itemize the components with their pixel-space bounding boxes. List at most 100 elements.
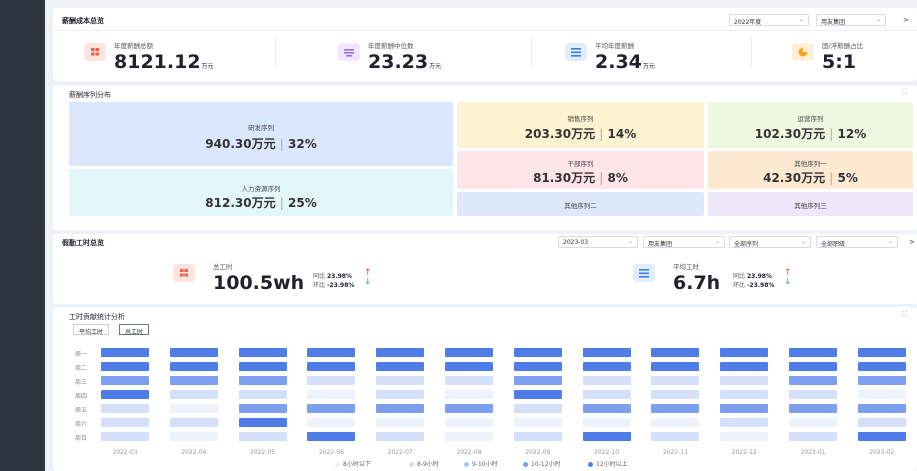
heatmap-cell[interactable] (720, 404, 769, 413)
heatmap-cell[interactable] (376, 390, 425, 399)
heatmap-cell[interactable] (720, 390, 769, 399)
heatmap-cell[interactable] (169, 348, 218, 357)
tile-other-2[interactable]: 其他序列二 (457, 192, 704, 216)
scroll-right-icon[interactable]: > (903, 16, 909, 24)
heatmap-cell[interactable] (376, 432, 425, 441)
heatmap-cell[interactable] (857, 404, 906, 413)
heatmap-cell[interactable] (169, 376, 218, 385)
heatmap-cell[interactable] (238, 390, 287, 399)
heatmap-cell[interactable] (582, 404, 631, 413)
heatmap-cell[interactable] (376, 404, 425, 413)
heatmap-cell[interactable] (513, 390, 562, 399)
tile-hr[interactable]: 人力资源序列 812.30万元 | 25% (69, 169, 453, 216)
scroll-right-icon[interactable]: > (909, 238, 915, 246)
heatmap-cell[interactable] (307, 348, 356, 357)
tile-other-1[interactable]: 其他序列一 42.30万元 | 5% (708, 151, 913, 189)
expand-icon[interactable]: ⛶ (902, 88, 907, 97)
heatmap-cell[interactable] (857, 390, 906, 399)
heatmap-cell[interactable] (445, 432, 493, 441)
heatmap-cell[interactable] (720, 348, 769, 357)
heatmap-cell[interactable] (857, 376, 906, 385)
heatmap-cell[interactable] (238, 418, 287, 427)
heatmap-cell[interactable] (307, 418, 356, 427)
tile-cadre[interactable]: 干部序列 81.30万元 | 8% (457, 151, 704, 189)
heatmap-cell[interactable] (651, 376, 700, 385)
tile-other-3[interactable]: 其他序列三 (708, 192, 913, 216)
heatmap-cell[interactable] (513, 404, 562, 413)
sequence-select[interactable]: 全部序列 ⌄ (729, 236, 811, 248)
heatmap-cell[interactable] (307, 376, 356, 385)
heatmap-cell[interactable] (789, 418, 837, 427)
heatmap-cell[interactable] (513, 376, 562, 385)
heatmap-cell[interactable] (651, 390, 700, 399)
heatmap-cell[interactable] (789, 390, 837, 399)
year-select[interactable]: 2022年度 ⌄ (729, 14, 809, 26)
heatmap-cell[interactable] (445, 418, 493, 427)
heatmap-cell[interactable] (789, 362, 837, 371)
month-select[interactable]: 2023-03 ⌄ (558, 236, 638, 248)
heatmap-cell[interactable] (513, 432, 562, 441)
legend-item[interactable]: 8-9小时 (409, 459, 439, 468)
heatmap-cell[interactable] (169, 362, 218, 371)
heatmap-cell[interactable] (376, 362, 425, 371)
heatmap-cell[interactable] (651, 432, 700, 441)
heatmap-cell[interactable] (651, 362, 700, 371)
heatmap-cell[interactable] (101, 376, 149, 385)
legend-item[interactable]: 10-12小时 (523, 459, 560, 468)
heatmap-cell[interactable] (101, 404, 149, 413)
tile-sales[interactable]: 销售序列 203.30万元 | 14% (457, 102, 704, 148)
heatmap-cell[interactable] (651, 348, 700, 357)
heatmap-cell[interactable] (857, 348, 906, 357)
heatmap-cell[interactable] (582, 348, 631, 357)
heatmap-cell[interactable] (307, 432, 356, 441)
heatmap-cell[interactable] (169, 404, 218, 413)
heatmap-cell[interactable] (445, 362, 493, 371)
heatmap-cell[interactable] (169, 418, 218, 427)
heatmap-cell[interactable] (720, 418, 769, 427)
heatmap-cell[interactable] (789, 348, 837, 357)
heatmap-cell[interactable] (582, 390, 631, 399)
heatmap-cell[interactable] (720, 376, 769, 385)
heatmap-cell[interactable] (720, 362, 769, 371)
heatmap-cell[interactable] (169, 390, 218, 399)
heatmap-cell[interactable] (651, 404, 700, 413)
heatmap-cell[interactable] (238, 376, 287, 385)
heatmap-cell[interactable] (238, 348, 287, 357)
heatmap-cell[interactable] (582, 432, 631, 441)
heatmap-cell[interactable] (445, 404, 493, 413)
heatmap-cell[interactable] (789, 432, 837, 441)
heatmap-cell[interactable] (651, 418, 700, 427)
level-select[interactable]: 全部职级 ⌄ (816, 236, 898, 248)
heatmap-cell[interactable] (857, 362, 906, 371)
heatmap-cell[interactable] (857, 418, 906, 427)
heatmap-cell[interactable] (513, 362, 562, 371)
heatmap-cell[interactable] (238, 404, 287, 413)
heatmap-cell[interactable] (101, 362, 149, 371)
group-select[interactable]: 用友集团 ⌄ (816, 14, 886, 26)
heatmap-cell[interactable] (513, 348, 562, 357)
tile-operations[interactable]: 运营序列 102.30万元 | 12% (708, 102, 913, 148)
heatmap-cell[interactable] (582, 376, 631, 385)
heatmap-cell[interactable] (445, 348, 493, 357)
heatmap-cell[interactable] (307, 362, 356, 371)
heatmap-cell[interactable] (101, 418, 149, 427)
tile-rd[interactable]: 研发序列 940.30万元 | 32% (69, 102, 453, 166)
heatmap-cell[interactable] (376, 348, 425, 357)
heatmap-cell[interactable] (101, 348, 149, 357)
heatmap-cell[interactable] (376, 418, 425, 427)
heatmap-cell[interactable] (582, 362, 631, 371)
heatmap-cell[interactable] (238, 362, 287, 371)
heatmap-cell[interactable] (445, 390, 493, 399)
heatmap-cell[interactable] (307, 404, 356, 413)
legend-item[interactable]: 12小时以上 (588, 459, 628, 468)
heatmap-cell[interactable] (513, 418, 562, 427)
heatmap-cell[interactable] (307, 390, 356, 399)
attendance-group-select[interactable]: 用友集团 ⌄ (643, 236, 725, 248)
heatmap-cell[interactable] (101, 432, 149, 441)
heatmap-cell[interactable] (445, 376, 493, 385)
legend-item[interactable]: 9-10小时 (464, 459, 498, 468)
heatmap-cell[interactable] (857, 432, 906, 441)
legend-item[interactable]: 8小时以下 (335, 459, 371, 468)
heatmap-cell[interactable] (101, 390, 149, 399)
heatmap-cell[interactable] (789, 404, 837, 413)
